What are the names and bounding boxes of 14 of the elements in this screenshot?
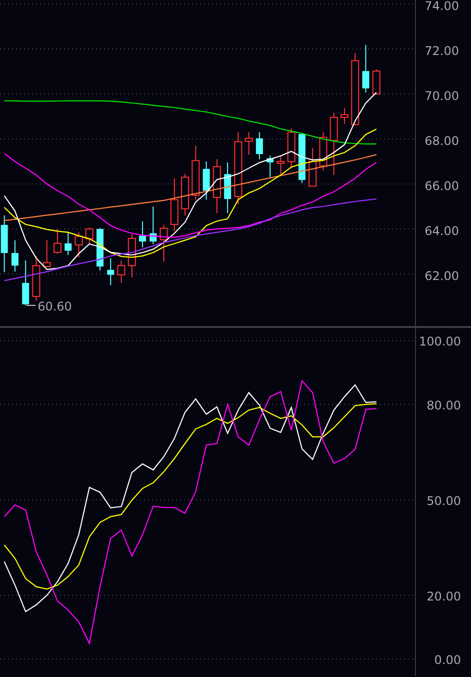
axis-label: 72.00 [424, 44, 459, 58]
axis-label: 66.00 [424, 178, 459, 193]
axis-label: 70.00 [424, 89, 459, 103]
axis-label: 64.00 [424, 224, 459, 238]
price-label: 60.60 [38, 299, 72, 314]
axis-label: 80.00 [426, 398, 461, 412]
axis-label: 0.00 [434, 653, 461, 667]
axis-label: 50.00 [426, 494, 461, 508]
axis-label: 100.00 [419, 334, 461, 349]
axis-label: 68.00 [424, 134, 459, 148]
axis-label: 62.00 [424, 268, 459, 283]
leader-line [26, 304, 36, 306]
axis-label: 74.00 [424, 0, 459, 14]
axis-label: 20.00 [426, 589, 461, 604]
